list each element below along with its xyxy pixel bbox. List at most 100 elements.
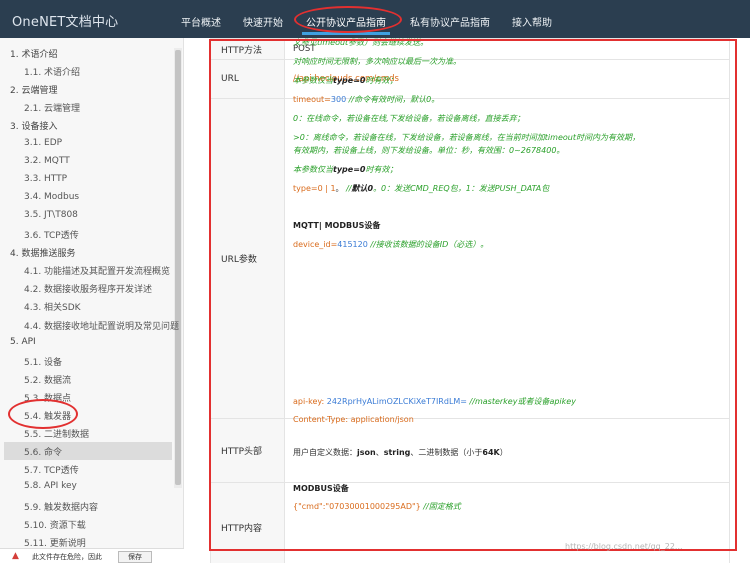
sidebar-section[interactable]: 4. 数据推送服务 xyxy=(10,246,75,259)
text-span: type=0 | 1 xyxy=(293,184,336,193)
text-span: type=0 xyxy=(333,165,366,174)
sidebar-item[interactable]: 3.6. TCP透传 xyxy=(24,228,79,241)
text-span: 本参数仅当 xyxy=(293,76,333,85)
row-key-http-body: HTTP内容 xyxy=(210,482,285,563)
text-span: 、 xyxy=(375,448,384,457)
sidebar-item[interactable]: 5.11. 更新说明 xyxy=(24,536,86,549)
sidebar-scrollbar-thumb[interactable] xyxy=(175,50,181,485)
text-span: 0：在线命令，若设备在线,下发给设备，若设备离线，直接丢弃； xyxy=(293,114,525,123)
text-span: >0：离线命令，若设备在线，下发给设备，若设备离线，在当前时间加timeout时… xyxy=(293,133,640,142)
sidebar-item-selected[interactable]: 5.6. 命令 xyxy=(4,442,172,461)
text-span: 。 xyxy=(335,184,344,193)
text-span: ） xyxy=(499,448,508,457)
text-span: 415120 xyxy=(337,240,368,249)
row-key-url-params: URL参数 xyxy=(210,98,285,419)
text-line: 0：在线命令，若设备在线,下发给设备，若设备离线，直接丢弃； xyxy=(293,113,525,124)
text-span: 用户自定义数据： xyxy=(293,448,357,457)
annotation-circle-nav xyxy=(294,6,402,33)
text-span: 对响应时间无限制，多次响应以最后一次为准。 xyxy=(293,57,461,66)
sidebar-item[interactable]: 3.1. EDP xyxy=(24,138,62,148)
top-nav: OneNET文档中心 平台概述 快速开始 公开协议产品指南 私有协议产品指南 接… xyxy=(0,0,750,38)
text-line: >0：离线命令，若设备在线，下发给设备，若设备离线，在当前时间加timeout时… xyxy=(293,132,640,143)
text-span: 。0：发送CMD_REQ包，1：发送PUSH_DATA包 xyxy=(373,184,550,193)
sidebar-item[interactable]: 3.3. HTTP xyxy=(24,174,67,184)
text-span: //接收该数据的设备ID（必选）。 xyxy=(367,240,489,249)
text-span: //命令有效时间，默认0。 xyxy=(346,95,440,104)
sidebar-item[interactable]: 5.10. 资源下载 xyxy=(24,518,86,531)
annotation-circle-sidebar xyxy=(8,399,78,429)
warning-text: 此文件存在危险，因此 xyxy=(32,553,102,561)
api-table: HTTP方法 POST URL //api.heclouds.com/cmds … xyxy=(210,38,730,563)
row-key-http-header: HTTP头部 xyxy=(210,418,285,483)
text-span: 300 xyxy=(330,95,347,104)
download-warning-bar: ▲ 此文件存在危险，因此 保存 xyxy=(0,548,184,563)
main-content: HTTP方法 POST URL //api.heclouds.com/cmds … xyxy=(186,38,750,563)
text-span: 本参数仅当 xyxy=(293,165,333,174)
sidebar-item[interactable]: 3.5. JT\T808 xyxy=(24,210,78,220)
nav-platform-overview[interactable]: 平台概述 xyxy=(181,14,221,29)
text-span: MODBUS设备 xyxy=(293,484,349,493)
sidebar-item[interactable]: 2.1. 云端管理 xyxy=(24,101,80,114)
text-line: 对响应时间无限制，多次响应以最后一次为准。 xyxy=(293,56,461,67)
row-key-http-method: HTTP方法 xyxy=(210,38,285,60)
text-line: api-key: 242RprHyALimOZLCKiXeT7IRdLM= //… xyxy=(293,396,576,407)
text-span: string xyxy=(383,448,411,457)
sidebar: 1. 术语介绍 1.1. 术语介绍 2. 云端管理 2.1. 云端管理 3. 设备接入 3… xyxy=(0,38,184,563)
text-line: MODBUS设备 xyxy=(293,483,349,494)
nav-private-protocol-guide[interactable]: 私有协议产品指南 xyxy=(410,14,490,29)
text-span: type=0 xyxy=(333,76,366,85)
text-line: MQTT| MODBUS设备 xyxy=(293,220,380,231)
sidebar-item[interactable]: 5.5. 二进制数据 xyxy=(24,427,89,440)
text-line: 本参数仅当type=0时有效； xyxy=(293,164,397,175)
url-params-value: EDP设备:device_id=415120 //接收该数据的设备ID（必选）。… xyxy=(284,38,730,419)
sidebar-section[interactable]: 1. 术语介绍 xyxy=(10,47,57,60)
text-span: device_id= xyxy=(293,240,338,249)
sidebar-item[interactable]: 4.4. 数据接收地址配置说明及常见问题 xyxy=(24,319,179,332)
sidebar-item[interactable]: 5.1. 设备 xyxy=(24,355,62,368)
text-span: 、二进制数据（小于 xyxy=(410,448,483,457)
text-line: 本参数仅当type=0时有效； xyxy=(293,75,397,86)
text-line: timeout=300 //命令有效时间，默认0。 xyxy=(293,94,439,105)
text-span: json xyxy=(357,448,376,457)
sidebar-item[interactable]: 4.2. 数据接收服务程序开发详述 xyxy=(24,282,152,295)
text-span: api-key: xyxy=(293,397,327,406)
text-span: //masterkey或者设备apikey xyxy=(467,397,576,406)
sidebar-section[interactable]: 2. 云端管理 xyxy=(10,83,57,96)
text-line: 义参见timeout参数）则会继续发送。 xyxy=(293,38,428,48)
text-span: {"cmd":"07030001000295AD"} xyxy=(293,502,421,511)
sidebar-item[interactable]: 4.3. 相关SDK xyxy=(24,300,81,313)
text-span: 义参见timeout参数）则会继续发送。 xyxy=(293,38,429,47)
text-span: //固定格式 xyxy=(420,502,461,511)
sidebar-item[interactable]: 5.7. TCP透传 xyxy=(24,463,79,476)
text-span: timeout= xyxy=(293,95,331,104)
text-line: Content-Type: application/json xyxy=(293,415,414,424)
text-span: 时有效； xyxy=(365,165,398,174)
text-line: {"cmd":"07030001000295AD"} //固定格式 xyxy=(293,501,461,512)
text-span: 默认0 xyxy=(351,184,374,193)
text-span: 64K xyxy=(482,448,500,457)
sidebar-item[interactable]: 5.2. 数据流 xyxy=(24,373,71,386)
text-span: 242RprHyALimOZLCKiXeT7IRdLM= xyxy=(326,397,468,406)
sidebar-item[interactable]: 3.4. Modbus xyxy=(24,192,79,202)
nav-access-help[interactable]: 接入帮助 xyxy=(512,14,552,29)
sidebar-section[interactable]: 3. 设备接入 xyxy=(10,119,57,132)
text-span: MQTT| MODBUS设备 xyxy=(293,221,381,230)
row-key-url: URL xyxy=(210,59,285,99)
text-line: 用户自定义数据：json、string、二进制数据（小于64K） xyxy=(293,447,508,458)
sidebar-item[interactable]: 5.9. 触发数据内容 xyxy=(24,500,98,513)
text-span: 时有效； xyxy=(365,76,398,85)
site-logo[interactable]: OneNET文档中心 xyxy=(12,11,118,30)
nav-quick-start[interactable]: 快速开始 xyxy=(243,14,283,29)
sidebar-item[interactable]: 4.1. 功能描述及其配置开发流程概览 xyxy=(24,264,170,277)
text-span: Content-Type: application/json xyxy=(293,415,414,424)
text-span: 有效期内，若设备上线，则下发给设备。单位：秒，有效围：0~2678400。 xyxy=(293,146,565,155)
text-line: 有效期内，若设备上线，则下发给设备。单位：秒，有效围：0~2678400。 xyxy=(293,145,564,156)
sidebar-section[interactable]: 5. API xyxy=(10,337,36,347)
text-line: type=0 | 1。 //默认0。0：发送CMD_REQ包，1：发送PUSH_… xyxy=(293,183,549,194)
watermark: https://blog.csdn.net/qq_22... xyxy=(565,542,683,551)
sidebar-item[interactable]: 3.2. MQTT xyxy=(24,156,70,166)
warning-icon: ▲ xyxy=(12,551,19,561)
warning-save-button[interactable]: 保存 xyxy=(118,551,152,563)
sidebar-item[interactable]: 1.1. 术语介绍 xyxy=(24,65,80,78)
sidebar-item[interactable]: 5.8. API key xyxy=(24,481,77,491)
